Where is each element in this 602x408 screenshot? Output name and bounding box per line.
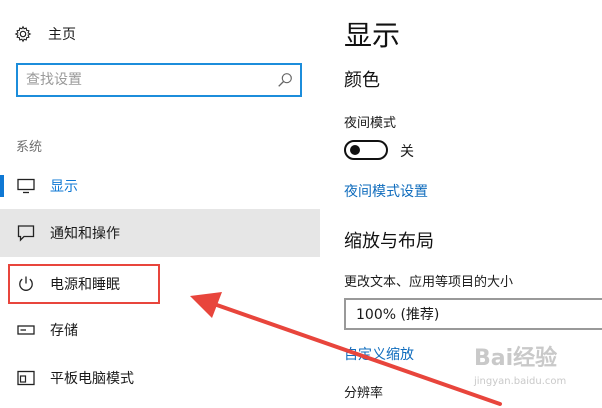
monitor-icon (16, 176, 36, 196)
resolution-label: 分辨率 (344, 386, 384, 401)
storage-icon (16, 320, 36, 340)
scale-layout-heading: 缩放与布局 (344, 231, 434, 252)
settings-sidebar: 主页 系统 显示 通知和操作 (0, 0, 320, 408)
tablet-mode-icon (16, 368, 36, 388)
sidebar-item-display[interactable]: 显示 (0, 162, 320, 210)
night-mode-settings-link[interactable]: 夜间模式设置 (344, 181, 428, 201)
gear-icon (14, 25, 32, 43)
sidebar-item-label: 平板电脑模式 (50, 371, 134, 387)
sidebar-item-storage[interactable]: 存储 (0, 306, 320, 354)
watermark-brand: Bai经验 (474, 346, 558, 371)
search-icon[interactable] (276, 71, 294, 89)
settings-search-box[interactable] (16, 63, 302, 97)
home-nav-item[interactable]: 主页 (14, 20, 76, 48)
message-icon (16, 223, 36, 243)
section-label-system: 系统 (16, 140, 43, 155)
night-mode-toggle[interactable] (344, 140, 388, 160)
scale-dropdown[interactable]: 100% (推荐) (344, 298, 602, 330)
annotation-highlight-box (8, 264, 160, 304)
night-mode-label: 夜间模式 (344, 116, 397, 131)
sidebar-item-label: 显示 (50, 179, 78, 195)
night-mode-state: 关 (400, 144, 414, 160)
home-label: 主页 (48, 27, 76, 43)
sidebar-item-label: 存储 (50, 323, 78, 339)
page-title: 显示 (344, 19, 401, 52)
watermark-logo: Bai经验 jingyan.baidu.com (468, 336, 600, 394)
sidebar-item-notifications[interactable]: 通知和操作 (0, 209, 320, 257)
active-indicator (0, 175, 4, 197)
text-size-label: 更改文本、应用等项目的大小 (344, 275, 514, 290)
custom-scale-link[interactable]: 自定义缩放 (344, 344, 414, 364)
search-input[interactable] (18, 65, 258, 95)
scale-dropdown-value: 100% (推荐) (356, 307, 440, 323)
color-heading: 颜色 (344, 70, 380, 91)
toggle-knob (350, 145, 360, 155)
sidebar-item-label: 通知和操作 (50, 226, 120, 242)
sidebar-item-tablet-mode[interactable]: 平板电脑模式 (0, 354, 320, 402)
watermark-sub: jingyan.baidu.com (474, 376, 567, 387)
